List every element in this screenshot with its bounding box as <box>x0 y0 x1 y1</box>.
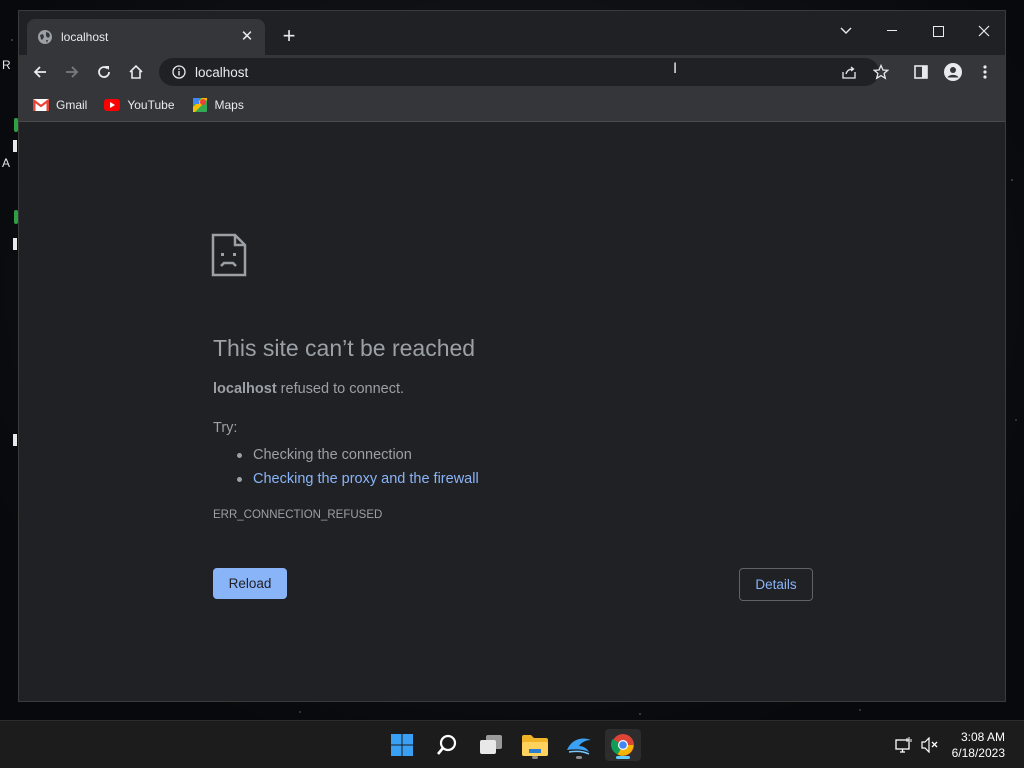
volume-muted-icon <box>921 737 938 753</box>
active-indicator <box>616 756 630 759</box>
kebab-menu-icon <box>983 65 987 79</box>
error-host: localhost <box>213 381 277 397</box>
arrow-left-icon <box>33 66 46 78</box>
menu-button[interactable] <box>973 60 997 84</box>
chrome-app-button[interactable] <box>605 729 641 761</box>
minimize-button[interactable] <box>869 17 915 45</box>
try-label: Try: <box>213 420 238 436</box>
start-button[interactable] <box>384 729 420 761</box>
arrow-right-icon <box>66 66 79 78</box>
close-window-button[interactable] <box>961 17 1005 45</box>
home-button[interactable] <box>124 60 148 84</box>
task-view-button[interactable] <box>473 729 509 761</box>
side-panel-icon <box>914 65 928 79</box>
bookmarks-bar: Gmail YouTube Maps <box>19 89 1005 122</box>
chrome-icon <box>611 734 634 756</box>
share-icon <box>842 66 856 79</box>
bookmark-gmail[interactable]: Gmail <box>33 98 87 112</box>
side-panel-button[interactable] <box>909 60 933 84</box>
reload-icon <box>98 66 110 78</box>
error-summary: localhost refused to connect. <box>213 381 404 397</box>
clock-time: 3:08 AM <box>960 730 1005 744</box>
tab-localhost[interactable]: localhost ✕ <box>27 19 265 55</box>
maximize-icon <box>932 25 944 37</box>
close-icon <box>978 25 990 37</box>
maps-icon <box>192 98 207 112</box>
suggestions-list: Checking the connection Checking the pro… <box>235 443 479 491</box>
youtube-icon <box>104 99 121 111</box>
monitor-network-icon <box>895 737 912 753</box>
windows-logo-icon <box>391 734 413 756</box>
bookmark-star-button[interactable] <box>869 60 893 84</box>
info-icon[interactable] <box>171 64 187 80</box>
new-tab-button[interactable]: + <box>277 25 301 49</box>
minimize-icon <box>887 30 897 31</box>
bookmark-label: Gmail <box>56 98 88 112</box>
star-icon <box>873 64 889 80</box>
system-clock[interactable]: 3:08 AM 6/18/2023 <box>952 729 1005 761</box>
running-indicator <box>576 756 582 759</box>
profile-button[interactable] <box>941 60 965 84</box>
globe-icon <box>38 30 52 44</box>
desktop-icon[interactable] <box>13 238 17 250</box>
suggestion-check-connection: Checking the connection <box>235 443 479 467</box>
toolbar: localhost I <box>19 55 1005 89</box>
search-button[interactable] <box>429 729 465 761</box>
file-explorer-button[interactable] <box>517 729 553 761</box>
details-button[interactable]: Details <box>739 568 813 601</box>
address-bar[interactable]: localhost <box>159 58 879 86</box>
profile-icon <box>944 63 962 81</box>
network-tray-button[interactable] <box>894 735 914 755</box>
bookmark-youtube[interactable]: YouTube <box>104 98 175 112</box>
close-tab-icon[interactable]: ✕ <box>239 29 255 45</box>
text-cursor-icon: I <box>673 61 678 77</box>
error-page: This site can’t be reached localhost ref… <box>19 123 1005 701</box>
url-text[interactable]: localhost <box>195 65 248 80</box>
reload-toolbar-button[interactable] <box>92 60 116 84</box>
taskbar: 3:08 AM 6/18/2023 <box>0 720 1024 768</box>
error-title: This site can’t be reached <box>213 335 476 361</box>
chevron-down-icon <box>840 27 852 34</box>
volume-tray-button[interactable] <box>920 735 940 755</box>
dolphin-icon <box>567 738 591 755</box>
error-code: ERR_CONNECTION_REFUSED <box>213 509 383 521</box>
desktop-icon[interactable] <box>13 140 17 152</box>
error-summary-text: refused to connect. <box>276 381 405 397</box>
back-button[interactable] <box>28 60 52 84</box>
forward-button[interactable] <box>60 60 84 84</box>
bookmark-maps[interactable]: Maps <box>192 97 244 113</box>
task-view-icon <box>480 735 502 754</box>
title-bar[interactable]: localhost ✕ + <box>19 11 1005 55</box>
home-icon <box>129 64 143 79</box>
share-button[interactable] <box>837 60 861 84</box>
running-indicator <box>532 756 538 759</box>
sad-document-icon <box>211 233 247 277</box>
bookmark-label: Maps <box>214 98 244 112</box>
search-icon <box>437 734 457 755</box>
clock-date: 6/18/2023 <box>951 746 1005 760</box>
folder-icon <box>522 735 548 756</box>
desktop-icon-label: A <box>2 156 11 170</box>
desktop-icon-label: R <box>2 58 11 72</box>
gmail-icon <box>33 99 49 111</box>
reload-button[interactable]: Reload <box>213 568 287 599</box>
desktop-icon[interactable] <box>13 434 17 446</box>
suggestion-check-proxy-link[interactable]: Checking the proxy and the firewall <box>235 467 479 491</box>
maximize-button[interactable] <box>915 17 961 45</box>
tab-search-button[interactable] <box>823 17 869 45</box>
dolphin-app-button[interactable] <box>561 729 597 761</box>
bookmark-label: YouTube <box>127 98 175 112</box>
tab-title: localhost <box>61 30 109 44</box>
chrome-window: localhost ✕ + localhost I Gmail YouTube … <box>18 10 1006 702</box>
